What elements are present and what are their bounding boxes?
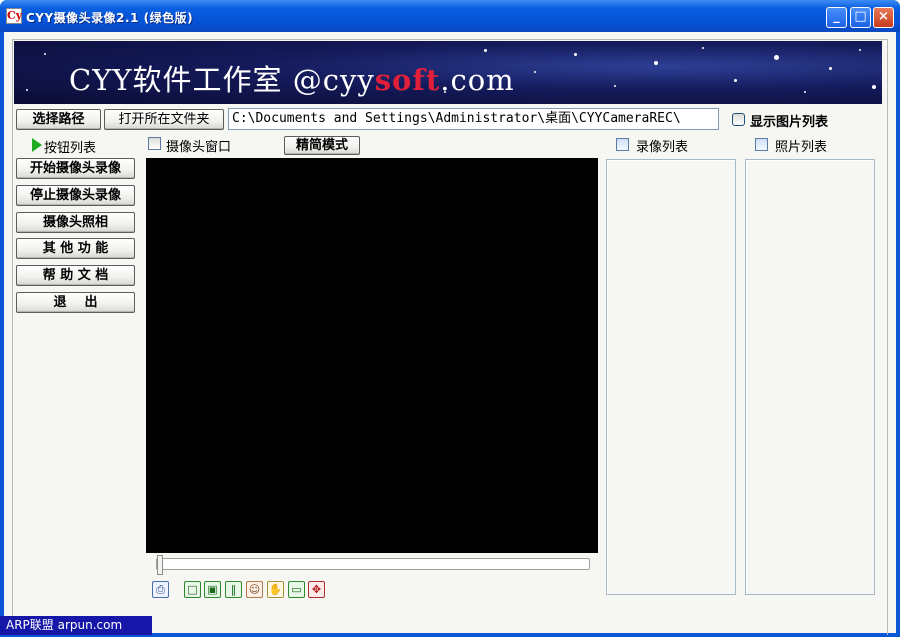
take-photo-button[interactable]: 摄像头照相 (16, 212, 135, 233)
path-field[interactable]: C:\Documents and Settings\Administrator\… (228, 108, 719, 130)
help-docs-button[interactable]: 帮 助 文 档 (16, 265, 135, 286)
image-icon[interactable]: ▣ (204, 581, 221, 598)
camera-preview[interactable] (146, 158, 598, 553)
select-path-button[interactable]: 选择路径 (16, 109, 101, 130)
footer-link[interactable]: ARP联盟 arpun.com (0, 616, 152, 635)
app-window: Cy CYY摄像头录像2.1 (绿色版) _ □ × CYY软件工作室 @cyy… (0, 0, 900, 637)
move-icon[interactable]: ✥ (308, 581, 325, 598)
monitor-icon[interactable]: ▭ (288, 581, 305, 598)
square-icon[interactable]: □ (184, 581, 201, 598)
minimize-button[interactable]: _ (826, 7, 847, 28)
open-folder-button[interactable]: 打开所在文件夹 (104, 109, 224, 130)
slider-track (156, 558, 590, 570)
photo-list-icon (755, 138, 768, 151)
slider-thumb[interactable] (157, 555, 163, 575)
simple-mode-button[interactable]: 精简模式 (284, 136, 360, 155)
video-list-label: 录像列表 (636, 140, 689, 155)
app-icon[interactable]: Cy (6, 8, 22, 24)
maximize-button[interactable]: □ (850, 7, 871, 28)
other-functions-button[interactable]: 其 他 功 能 (16, 238, 135, 259)
window-title: CYY摄像头录像2.1 (绿色版) (26, 11, 194, 25)
client-area: CYY软件工作室 @cyysoft.com 选择路径 打开所在文件夹 C:\Do… (4, 32, 896, 635)
video-list-panel[interactable] (606, 159, 736, 595)
person-icon[interactable]: ☺ (246, 581, 263, 598)
photo-list-label: 照片列表 (775, 140, 828, 155)
video-list-icon (616, 138, 629, 151)
button-list-header: 按钮列表 (44, 141, 97, 156)
banner-logo-text: CYY软件工作室 @cyysoft.com (69, 63, 515, 97)
exit-button[interactable]: 退 出 (16, 292, 135, 313)
banner: CYY软件工作室 @cyysoft.com (14, 41, 882, 104)
close-button[interactable]: × (873, 7, 894, 28)
camera-save-icon[interactable]: ⎙ (152, 581, 169, 598)
title-bar[interactable]: Cy CYY摄像头录像2.1 (绿色版) _ □ × (0, 0, 900, 32)
progress-slider[interactable] (156, 555, 590, 575)
columns-icon[interactable]: ‖ (225, 581, 242, 598)
start-recording-button[interactable]: 开始摄像头录像 (16, 158, 135, 179)
show-image-list-label[interactable]: 显示图片列表 (750, 111, 828, 130)
stop-recording-button[interactable]: 停止摄像头录像 (16, 185, 135, 206)
camera-window-checkbox[interactable] (148, 137, 161, 150)
camera-window-label: 摄像头窗口 (166, 140, 232, 155)
hand-icon[interactable]: ✋ (267, 581, 284, 598)
show-image-list-checkbox[interactable] (732, 113, 745, 126)
play-icon (32, 138, 42, 152)
photo-list-panel[interactable] (745, 159, 875, 595)
